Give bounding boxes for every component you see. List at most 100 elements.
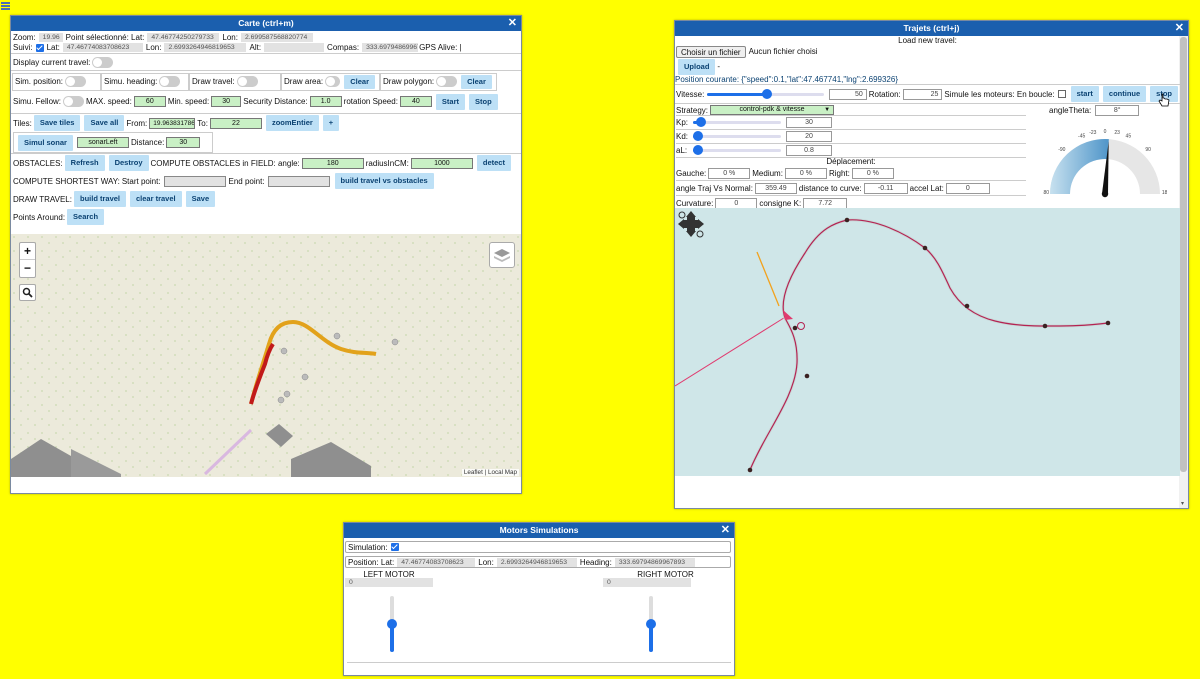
- kp-label: Kp:: [676, 118, 689, 127]
- kd-input[interactable]: 20: [786, 131, 832, 142]
- destroy-button[interactable]: Destroy: [108, 155, 149, 171]
- carte-titlebar[interactable]: Carte (ctrl+m) ✕: [11, 16, 521, 31]
- draw-polygon-toggle[interactable]: [436, 76, 458, 87]
- refresh-button[interactable]: Refresh: [64, 155, 105, 171]
- build-travel-obstacles-button[interactable]: build travel vs obstacles: [334, 173, 434, 189]
- zoom-out-button[interactable]: −: [20, 260, 35, 277]
- search-icon[interactable]: [19, 284, 36, 301]
- angle-gauge: -180 -90 -45 -23 0 23 45 90 180: [1043, 129, 1167, 198]
- strategy-select[interactable]: control-pdk & vitesse ▼: [710, 105, 835, 115]
- gauge-tick-label: 45: [1126, 134, 1132, 140]
- save-travel-button[interactable]: Save: [185, 191, 216, 207]
- carte-title: Carte (ctrl+m): [238, 18, 294, 28]
- move-icon[interactable]: [677, 210, 705, 238]
- start-point-input[interactable]: [163, 175, 226, 187]
- start-button[interactable]: start: [1070, 86, 1099, 102]
- close-icon[interactable]: ✕: [1175, 21, 1184, 36]
- max-speed-input[interactable]: 60: [133, 96, 166, 107]
- menu-icon[interactable]: [1, 2, 10, 11]
- simu-fellow-toggle[interactable]: [63, 96, 85, 107]
- draw-area-label: Draw area:: [284, 77, 324, 86]
- from-input[interactable]: 19.963831786: [149, 117, 196, 129]
- save-tiles-button[interactable]: Save tiles: [33, 115, 81, 131]
- simu-heading-label: Simu. heading:: [104, 77, 158, 86]
- min-speed-input[interactable]: 30: [211, 96, 242, 107]
- dist-curve-input[interactable]: -0.11: [863, 182, 908, 194]
- build-travel-button[interactable]: build travel: [73, 191, 126, 207]
- angle-traj-input[interactable]: 359.49: [754, 182, 797, 194]
- search-button[interactable]: Search: [67, 209, 105, 225]
- right-input[interactable]: 0 %: [851, 167, 894, 179]
- display-travel-toggle[interactable]: [92, 56, 114, 68]
- scrollbar[interactable]: ▾: [1179, 36, 1188, 508]
- distance-input[interactable]: 30: [166, 137, 201, 148]
- right-motor-slider[interactable]: [646, 596, 656, 652]
- simu-heading-toggle[interactable]: [159, 76, 181, 87]
- upload-button[interactable]: Upload: [678, 58, 716, 75]
- al-input[interactable]: 0.8: [786, 145, 832, 156]
- lon-label: Lon:: [145, 43, 162, 52]
- curvature-input[interactable]: 0: [715, 197, 758, 209]
- draw-travel-toggle[interactable]: [236, 76, 258, 87]
- kd-slider[interactable]: [693, 131, 781, 141]
- vitesse-input[interactable]: 50: [829, 88, 867, 100]
- kp-input[interactable]: 30: [786, 117, 832, 128]
- heading-line: [756, 251, 780, 307]
- angle-theta-label: angleTheta:: [1049, 105, 1092, 115]
- radius-label: radiusInCM:: [365, 158, 409, 168]
- security-input[interactable]: 1.0: [309, 96, 342, 107]
- draw-area-toggle[interactable]: [325, 76, 341, 87]
- start-button[interactable]: Start: [435, 93, 466, 110]
- trajets-titlebar[interactable]: Trajets (ctrl+j) ✕: [675, 21, 1188, 36]
- medium-input[interactable]: 0 %: [784, 167, 827, 179]
- kp-slider[interactable]: [693, 117, 781, 127]
- zoom-in-button[interactable]: +: [20, 243, 35, 260]
- en-boucle-checkbox[interactable]: [1057, 90, 1066, 98]
- gauche-input[interactable]: 0 %: [708, 167, 751, 179]
- map-canvas[interactable]: [11, 234, 521, 477]
- travel-view[interactable]: [675, 208, 1180, 476]
- stop-button[interactable]: Stop: [469, 93, 498, 110]
- close-icon[interactable]: ✕: [721, 523, 730, 538]
- choose-file-button[interactable]: Choisir un fichier: [676, 45, 746, 58]
- radius-input[interactable]: 1000: [410, 157, 473, 169]
- clear-travel-button[interactable]: clear travel: [130, 191, 182, 207]
- sonar-input[interactable]: sonarLeft: [76, 137, 129, 148]
- rotation-input[interactable]: 25: [902, 88, 943, 100]
- clear-area-button[interactable]: Clear: [344, 74, 375, 89]
- motors-titlebar[interactable]: Motors Simulations ✕: [344, 523, 734, 538]
- left-motor-slider[interactable]: [387, 596, 397, 652]
- zoom-entier-button[interactable]: zoomEntier: [265, 115, 319, 131]
- map-attribution[interactable]: Leaflet | Local Map: [461, 469, 519, 476]
- add-button[interactable]: +: [322, 115, 340, 131]
- layers-icon[interactable]: [489, 242, 515, 268]
- simul-sonar-button[interactable]: Simul sonar: [18, 134, 73, 151]
- travel-canvas[interactable]: [675, 208, 1180, 476]
- zoom-label: Zoom:: [13, 32, 36, 42]
- save-all-button[interactable]: Save all: [84, 115, 125, 131]
- compas-label: Compas:: [327, 43, 360, 52]
- left-motor-value: 0: [345, 578, 433, 587]
- simulation-checkbox[interactable]: [390, 543, 399, 551]
- angle-input[interactable]: 180: [301, 157, 364, 169]
- consigne-input[interactable]: 7.72: [803, 197, 848, 209]
- rotation-speed-input[interactable]: 40: [399, 96, 432, 107]
- to-input[interactable]: 22: [209, 117, 262, 129]
- close-icon[interactable]: ✕: [508, 16, 517, 31]
- continue-button[interactable]: continue: [1102, 86, 1147, 102]
- position-lat-label: Position: Lat:: [348, 557, 395, 567]
- vitesse-label: Vitesse:: [676, 89, 705, 99]
- clear-polygon-button[interactable]: Clear: [461, 74, 492, 89]
- from-label: From:: [126, 118, 148, 128]
- detect-button[interactable]: detect: [476, 155, 511, 171]
- end-point-input[interactable]: [267, 175, 330, 187]
- accel-input[interactable]: 0: [945, 182, 990, 194]
- map-view[interactable]: + − Leaflet | Local Map: [11, 234, 521, 477]
- suivi-checkbox[interactable]: [35, 43, 44, 52]
- heading-value: 333.69794869967893: [614, 557, 695, 567]
- angle-theta-input[interactable]: 8°: [1095, 104, 1140, 116]
- vitesse-slider[interactable]: [707, 88, 825, 99]
- al-slider[interactable]: [693, 145, 781, 155]
- gauge-tick-label: 90: [1145, 147, 1151, 153]
- sim-position-toggle[interactable]: [65, 76, 87, 87]
